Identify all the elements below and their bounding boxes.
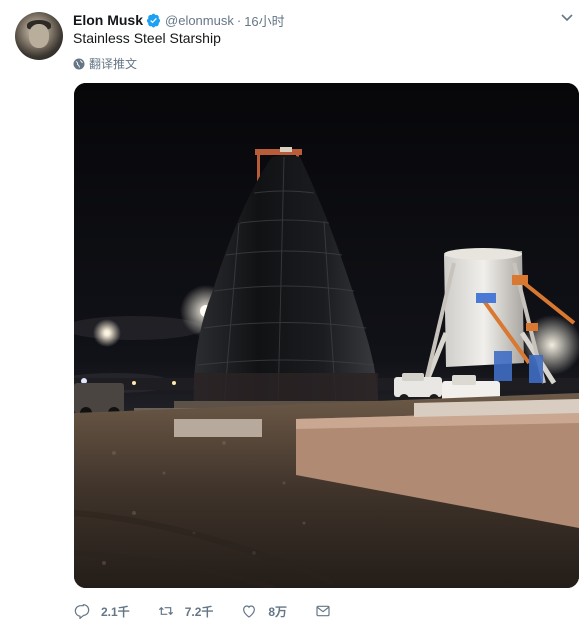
reply-button[interactable]: 2.1千 <box>74 603 130 620</box>
dm-button[interactable] <box>315 603 342 619</box>
retweet-count: 7.2千 <box>184 604 214 619</box>
heart-icon <box>243 605 256 618</box>
tweet-text: Stainless Steel Starship <box>73 30 221 46</box>
author-handle[interactable]: @elonmusk <box>165 13 234 28</box>
translate-label: 翻译推文 <box>89 57 138 71</box>
like-button[interactable]: 8万 <box>241 603 287 620</box>
avatar-face <box>29 24 49 48</box>
reply-count: 2.1千 <box>101 604 130 619</box>
tweet-actions: 2.1千 7.2千 8万 <box>74 601 370 621</box>
retweet-icon <box>158 606 173 616</box>
reply-icon <box>74 604 90 619</box>
avatar[interactable] <box>15 12 63 60</box>
verified-badge-icon <box>146 13 161 27</box>
timestamp[interactable]: 16小时 <box>244 11 284 30</box>
starship-night-photo <box>74 83 579 588</box>
chevron-down-icon[interactable] <box>561 14 573 22</box>
like-count: 8万 <box>268 604 288 619</box>
retweet-button[interactable]: 7.2千 <box>158 603 214 620</box>
separator: · <box>236 12 242 28</box>
tweet: Elon Musk @elonmusk · 16小时 Stainless Ste… <box>0 0 587 621</box>
translate-link[interactable]: 翻译推文 <box>73 55 137 72</box>
author-name[interactable]: Elon Musk <box>73 12 143 28</box>
globe-icon <box>73 58 85 69</box>
tweet-header: Elon Musk @elonmusk · 16小时 <box>73 10 285 30</box>
envelope-icon <box>316 605 330 617</box>
tweet-photo[interactable] <box>74 83 579 588</box>
